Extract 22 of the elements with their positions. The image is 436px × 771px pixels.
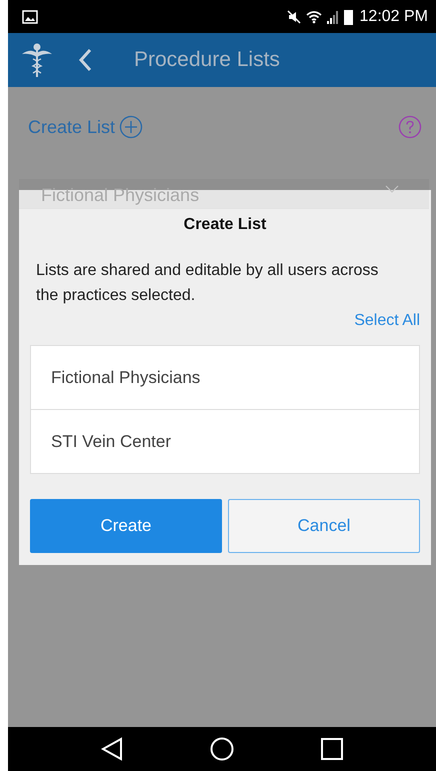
dialog-message: Lists are shared and editable by all users across the practices selected.	[36, 261, 380, 306]
image-icon	[22, 10, 38, 24]
dialog-title: Create List	[182, 216, 268, 234]
home-circle-icon[interactable]	[210, 737, 234, 761]
practice-item[interactable]: Fictional Physicians	[31, 346, 419, 409]
back-triangle-icon[interactable]	[101, 737, 124, 761]
create-list-link[interactable]: Create List	[28, 116, 116, 138]
back-button[interactable]	[78, 48, 92, 72]
mute-icon	[286, 10, 301, 24]
practice-item[interactable]: STI Vein Center	[31, 409, 419, 473]
signal-icon	[326, 10, 339, 24]
recents-square-icon[interactable]	[320, 738, 343, 760]
wifi-icon	[306, 10, 322, 24]
caduceus-icon	[22, 42, 52, 78]
create-button[interactable]: Create	[30, 499, 222, 553]
status-time: 12:02 PM	[360, 8, 428, 26]
select-all-link[interactable]: Select All	[354, 312, 420, 330]
dropdown-value: Fictional Physicians	[41, 185, 200, 206]
chevron-down-icon	[385, 185, 399, 193]
page-title: Procedure Lists	[134, 48, 280, 72]
cancel-button[interactable]: Cancel	[228, 499, 420, 553]
battery-icon	[344, 8, 353, 24]
